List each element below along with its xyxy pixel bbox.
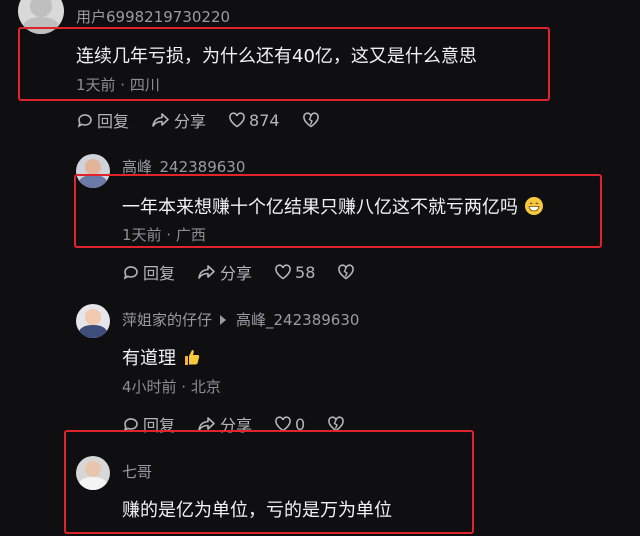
commenter-name[interactable]: 萍姐家的仔仔	[122, 311, 212, 329]
heart-icon	[229, 112, 245, 128]
comment-meta: 4小时前 · 北京	[122, 378, 221, 396]
reply-label: 回复	[97, 112, 130, 131]
like-count: 58	[295, 262, 316, 282]
thumbs-up-icon	[182, 347, 202, 372]
reply-button[interactable]: 回复	[76, 108, 129, 132]
avatar[interactable]	[76, 154, 110, 188]
avatar[interactable]	[76, 304, 110, 338]
reply-to-name[interactable]: 高峰_242389630	[236, 311, 359, 329]
grinning-face-icon	[524, 196, 544, 221]
like-count: 874	[249, 110, 280, 130]
dislike-button[interactable]	[302, 111, 323, 129]
share-label: 分享	[220, 264, 253, 283]
comment-text-content: 有道理	[122, 348, 176, 369]
comment-meta: 1天前 · 广西	[122, 226, 206, 244]
share-icon	[152, 113, 169, 127]
broken-heart-icon	[302, 112, 319, 128]
reply-label: 回复	[143, 416, 176, 435]
comment-text: 一年本来想赚十个亿结果只赚八亿这不就亏两亿吗	[122, 193, 544, 221]
reply-icon	[123, 266, 138, 280]
share-label: 分享	[220, 416, 253, 435]
comment-username[interactable]: 七哥	[122, 461, 152, 482]
like-button[interactable]: 0	[274, 415, 305, 434]
comment-text-content: 一年本来想赚十个亿结果只赚八亿这不就亏两亿吗	[122, 197, 518, 218]
share-icon	[198, 265, 215, 279]
share-icon	[198, 417, 215, 431]
like-button[interactable]: 874	[228, 111, 280, 130]
comment-meta: 1天前 · 四川	[76, 76, 160, 94]
broken-heart-icon	[328, 416, 345, 432]
dislike-button[interactable]	[327, 415, 348, 433]
avatar[interactable]	[76, 456, 110, 490]
comment-username: 萍姐家的仔仔 高峰_242389630	[122, 309, 359, 330]
comment-text: 连续几年亏损，为什么还有40亿，这又是什么意思	[76, 46, 477, 67]
heart-icon	[275, 416, 291, 432]
comment-text: 赚的是亿为单位，亏的是万为单位	[122, 500, 392, 521]
comment-username[interactable]: 用户6998219730220	[76, 6, 230, 27]
broken-heart-icon	[338, 264, 355, 280]
share-label: 分享	[174, 112, 207, 131]
reply-button[interactable]: 回复	[122, 260, 175, 284]
share-button[interactable]: 分享	[197, 260, 252, 284]
heart-icon	[275, 264, 291, 280]
reply-icon	[77, 114, 92, 128]
reply-button[interactable]: 回复	[122, 412, 175, 436]
avatar[interactable]	[18, 0, 64, 34]
comment-actions: 回复 分享 58	[122, 260, 380, 284]
share-button[interactable]: 分享	[197, 412, 252, 436]
comment-actions: 回复 分享 0	[122, 412, 370, 436]
comment-actions: 回复 分享 874	[76, 108, 345, 132]
comment-username[interactable]: 高峰_242389630	[122, 156, 245, 177]
reply-label: 回复	[143, 264, 176, 283]
like-button[interactable]: 58	[274, 263, 315, 282]
like-count: 0	[295, 414, 306, 434]
reply-to-arrow-icon	[220, 315, 227, 325]
dislike-button[interactable]	[337, 263, 358, 281]
share-button[interactable]: 分享	[151, 108, 206, 132]
reply-icon	[123, 418, 138, 432]
comment-text: 有道理	[122, 344, 202, 372]
